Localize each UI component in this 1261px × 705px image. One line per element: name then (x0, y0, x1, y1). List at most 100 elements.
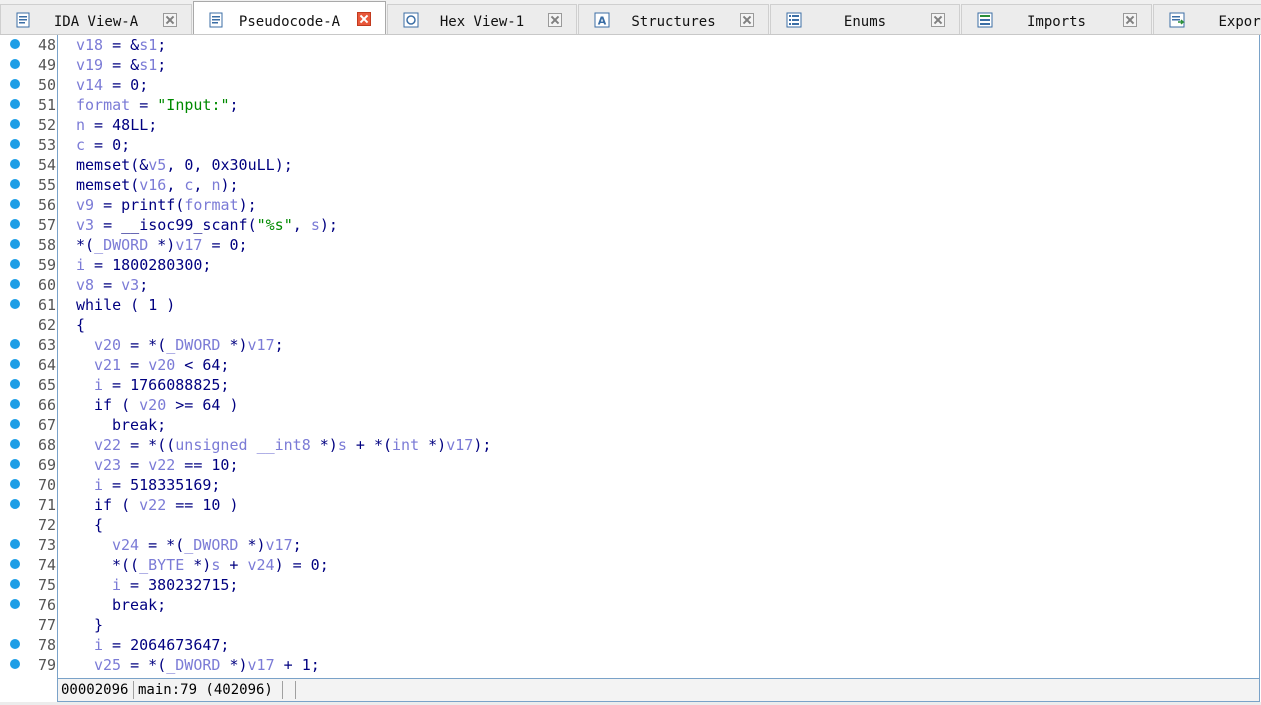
code-line[interactable]: 72 { (0, 515, 1261, 535)
breakpoint-dot-icon[interactable] (10, 59, 20, 69)
breakpoint-dot-icon[interactable] (10, 559, 20, 569)
code-line[interactable]: 68 v22 = *((unsigned __int8 *)s + *(int *… (0, 435, 1261, 455)
breakpoint-dot-icon[interactable] (10, 539, 20, 549)
code-text: format = "Input:"; (76, 96, 239, 114)
breakpoint-dot-icon[interactable] (10, 399, 20, 409)
breakpoint-dot-icon[interactable] (10, 579, 20, 589)
code-line[interactable]: 59 i = 1800280300; (0, 255, 1261, 275)
close-icon[interactable] (1123, 13, 1137, 27)
code-line[interactable]: 56 v9 = printf(format); (0, 195, 1261, 215)
code-line[interactable]: 77} (0, 615, 1261, 635)
breakpoint-dot-icon[interactable] (10, 419, 20, 429)
line-number: 73 (37, 536, 56, 554)
breakpoint-dot-icon[interactable] (10, 119, 20, 129)
breakpoint-dot-icon[interactable] (10, 79, 20, 89)
close-icon[interactable] (548, 13, 562, 27)
code-line[interactable]: 50 v14 = 0; (0, 75, 1261, 95)
code-line[interactable]: 75 i = 380232715; (0, 575, 1261, 595)
tab-exports[interactable]: Exports (1153, 4, 1261, 34)
code-text: memset(&v5, 0, 0x30uLL); (76, 156, 293, 174)
breakpoint-dot-icon[interactable] (10, 359, 20, 369)
close-icon[interactable] (163, 13, 177, 27)
breakpoint-dot-icon[interactable] (10, 499, 20, 509)
code-line[interactable]: 58 *(_DWORD *)v17 = 0; (0, 235, 1261, 255)
breakpoint-dot-icon[interactable] (10, 299, 20, 309)
code-line[interactable]: 76 break; (0, 595, 1261, 615)
code-line[interactable]: 63 v20 = *(_DWORD *)v17; (0, 335, 1261, 355)
line-number: 78 (37, 636, 56, 654)
tab-ida-view[interactable]: IDA View-A (0, 4, 192, 34)
tab-pseudocode[interactable]: Pseudocode-A (193, 1, 386, 34)
breakpoint-dot-icon[interactable] (10, 219, 20, 229)
code-text: i = 380232715; (112, 576, 239, 594)
line-number: 67 (37, 416, 56, 434)
code-line[interactable]: 48 v18 = &s1; (0, 35, 1261, 55)
code-line[interactable]: 73 v24 = *(_DWORD *)v17; (0, 535, 1261, 555)
code-line[interactable]: 61 while ( 1 ) (0, 295, 1261, 315)
close-icon[interactable] (740, 13, 754, 27)
code-line[interactable]: 53 c = 0; (0, 135, 1261, 155)
code-text: memset(v16, c, n); (76, 176, 239, 194)
line-number: 61 (37, 296, 56, 314)
code-line[interactable]: 51 format = "Input:"; (0, 95, 1261, 115)
tab-enums[interactable]: Enums (770, 4, 960, 34)
breakpoint-dot-icon[interactable] (10, 479, 20, 489)
breakpoint-dot-icon[interactable] (10, 379, 20, 389)
close-icon[interactable] (357, 12, 371, 26)
line-number: 55 (37, 176, 56, 194)
breakpoint-dot-icon[interactable] (10, 459, 20, 469)
code-line[interactable]: 78 i = 2064673647; (0, 635, 1261, 655)
code-line[interactable]: 52 n = 48LL; (0, 115, 1261, 135)
breakpoint-dot-icon[interactable] (10, 279, 20, 289)
code-line[interactable]: 62 { (0, 315, 1261, 335)
code-text: v14 = 0; (76, 76, 149, 94)
status-address: 00002096 (61, 682, 129, 698)
code-line[interactable]: 66 if ( v20 >= 64 ) (0, 395, 1261, 415)
breakpoint-dot-icon[interactable] (10, 159, 20, 169)
code-line[interactable]: 69 v23 = v22 == 10; (0, 455, 1261, 475)
code-line[interactable]: 64 v21 = v20 < 64; (0, 355, 1261, 375)
breakpoint-dot-icon[interactable] (10, 239, 20, 249)
pseudocode-listing[interactable]: 48 v18 = &s1; 49 v19 = &s1; 50 v14 = 0; 51 form… (0, 35, 1261, 675)
tab-bar: IDA View-A Pseudocode-A Hex View-1 A Str… (0, 0, 1261, 35)
code-line[interactable]: 79 v25 = *(_DWORD *)v17 + 1; (0, 655, 1261, 675)
line-number: 65 (37, 376, 56, 394)
code-text: v19 = &s1; (76, 56, 167, 74)
line-number: 66 (37, 396, 56, 414)
code-line[interactable]: 74 *((_BYTE *)s + v24) = 0; (0, 555, 1261, 575)
breakpoint-dot-icon[interactable] (10, 199, 20, 209)
code-text: v18 = &s1; (76, 36, 167, 54)
code-line[interactable]: 60 v8 = v3; (0, 275, 1261, 295)
code-line[interactable]: 67 break; (0, 415, 1261, 435)
tab-imports[interactable]: Imports (961, 4, 1152, 34)
code-line[interactable]: 54 memset(&v5, 0, 0x30uLL); (0, 155, 1261, 175)
line-number: 68 (37, 436, 56, 454)
tab-structures[interactable]: A Structures (578, 4, 769, 34)
code-text: } (94, 616, 104, 634)
breakpoint-dot-icon[interactable] (10, 139, 20, 149)
breakpoint-dot-icon[interactable] (10, 259, 20, 269)
code-text: i = 2064673647; (94, 636, 230, 654)
code-text: n = 48LL; (76, 116, 158, 134)
breakpoint-dot-icon[interactable] (10, 639, 20, 649)
breakpoint-dot-icon[interactable] (10, 99, 20, 109)
breakpoint-dot-icon[interactable] (10, 439, 20, 449)
breakpoint-dot-icon[interactable] (10, 659, 20, 669)
code-line[interactable]: 70 i = 518335169; (0, 475, 1261, 495)
breakpoint-dot-icon[interactable] (10, 339, 20, 349)
code-text: v24 = *(_DWORD *)v17; (112, 536, 302, 554)
line-number: 49 (37, 56, 56, 74)
breakpoint-dot-icon[interactable] (10, 39, 20, 49)
code-text: v21 = v20 < 64; (94, 356, 230, 374)
code-line[interactable]: 71 if ( v22 == 10 ) (0, 495, 1261, 515)
code-line[interactable]: 55 memset(v16, c, n); (0, 175, 1261, 195)
tab-hex-view[interactable]: Hex View-1 (387, 4, 577, 34)
code-line[interactable]: 57 v3 = __isoc99_scanf("%s", s); (0, 215, 1261, 235)
breakpoint-dot-icon[interactable] (10, 179, 20, 189)
code-line[interactable]: 65 i = 1766088825; (0, 375, 1261, 395)
breakpoint-dot-icon[interactable] (10, 599, 20, 609)
code-line[interactable]: 49 v19 = &s1; (0, 55, 1261, 75)
line-number: 70 (37, 476, 56, 494)
line-number: 69 (37, 456, 56, 474)
close-icon[interactable] (931, 13, 945, 27)
